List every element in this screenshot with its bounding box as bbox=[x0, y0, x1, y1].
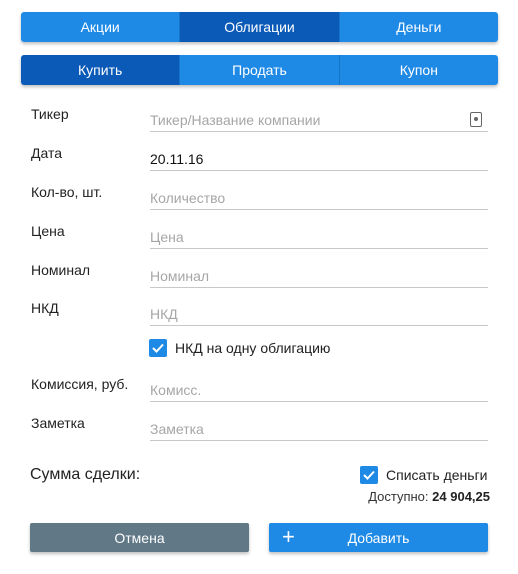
nominal-label: Номинал bbox=[31, 262, 91, 278]
nkd-row: НКД НКД bbox=[31, 300, 488, 326]
nkd-per-bond-label: НКД на одну облигацию bbox=[175, 340, 331, 356]
write-off-checkbox[interactable] bbox=[360, 466, 378, 484]
check-icon bbox=[363, 470, 375, 480]
plus-icon: + bbox=[282, 524, 295, 549]
tab-sell[interactable]: Продать bbox=[180, 55, 340, 85]
price-row: Цена Цена bbox=[31, 223, 488, 249]
deal-sum-label: Сумма сделки: bbox=[30, 466, 141, 483]
note-input[interactable]: Заметка bbox=[150, 417, 488, 441]
price-placeholder: Цена bbox=[150, 228, 184, 245]
tab-bonds[interactable]: Облигации bbox=[180, 12, 340, 42]
quantity-input[interactable]: Количество bbox=[150, 186, 488, 210]
price-label: Цена bbox=[31, 223, 65, 239]
quantity-row: Кол-во, шт. Количество bbox=[31, 184, 488, 210]
available-label: Доступно: bbox=[368, 489, 429, 504]
tab-money[interactable]: Деньги bbox=[339, 12, 498, 42]
write-off-label: Списать деньги bbox=[386, 467, 488, 483]
ticker-row: Тикер Тикер/Название компании bbox=[31, 106, 488, 132]
available-value: 24 904,25 bbox=[432, 489, 490, 504]
available-balance: Доступно: 24 904,25 bbox=[368, 489, 490, 504]
cancel-button[interactable]: Отмена bbox=[30, 523, 249, 552]
asset-type-tabs: Акции Облигации Деньги bbox=[21, 12, 498, 42]
ticker-label: Тикер bbox=[31, 106, 69, 122]
nkd-label: НКД bbox=[31, 300, 59, 316]
note-row: Заметка Заметка bbox=[31, 415, 488, 441]
price-input[interactable]: Цена bbox=[150, 225, 488, 249]
nominal-input[interactable]: Номинал bbox=[150, 264, 488, 288]
date-input[interactable]: 20.11.16 bbox=[150, 147, 488, 171]
ticker-input[interactable]: Тикер/Название компании bbox=[150, 108, 488, 132]
add-button[interactable]: + Добавить bbox=[269, 523, 488, 552]
commission-input[interactable]: Комисс. bbox=[150, 378, 488, 402]
date-value: 20.11.16 bbox=[150, 150, 204, 167]
quantity-placeholder: Количество bbox=[150, 189, 226, 206]
tab-stocks[interactable]: Акции bbox=[21, 12, 181, 42]
nominal-row: Номинал Номинал bbox=[31, 262, 488, 288]
ticker-placeholder: Тикер/Название компании bbox=[150, 111, 321, 128]
lookup-icon[interactable] bbox=[470, 112, 482, 127]
commission-placeholder: Комисс. bbox=[150, 381, 202, 398]
date-row: Дата 20.11.16 bbox=[31, 145, 488, 171]
date-label: Дата bbox=[31, 145, 63, 161]
note-label: Заметка bbox=[31, 415, 85, 431]
tab-buy[interactable]: Купить bbox=[21, 55, 181, 85]
write-off-option: Списать деньги bbox=[360, 466, 488, 484]
nkd-per-bond-option: НКД на одну облигацию bbox=[149, 339, 330, 357]
tab-coupon[interactable]: Купон bbox=[339, 55, 498, 85]
nkd-input[interactable]: НКД bbox=[150, 302, 488, 326]
commission-row: Комиссия, руб. Комисс. bbox=[31, 376, 488, 402]
commission-label: Комиссия, руб. bbox=[31, 376, 129, 392]
operation-tabs: Купить Продать Купон bbox=[21, 55, 498, 85]
nkd-placeholder: НКД bbox=[150, 305, 178, 322]
note-placeholder: Заметка bbox=[150, 420, 204, 437]
quantity-label: Кол-во, шт. bbox=[31, 184, 103, 200]
cancel-button-label: Отмена bbox=[114, 529, 165, 546]
nominal-placeholder: Номинал bbox=[150, 267, 210, 284]
add-button-label: Добавить bbox=[347, 529, 410, 546]
nkd-per-bond-checkbox[interactable] bbox=[149, 339, 167, 357]
check-icon bbox=[152, 343, 164, 353]
